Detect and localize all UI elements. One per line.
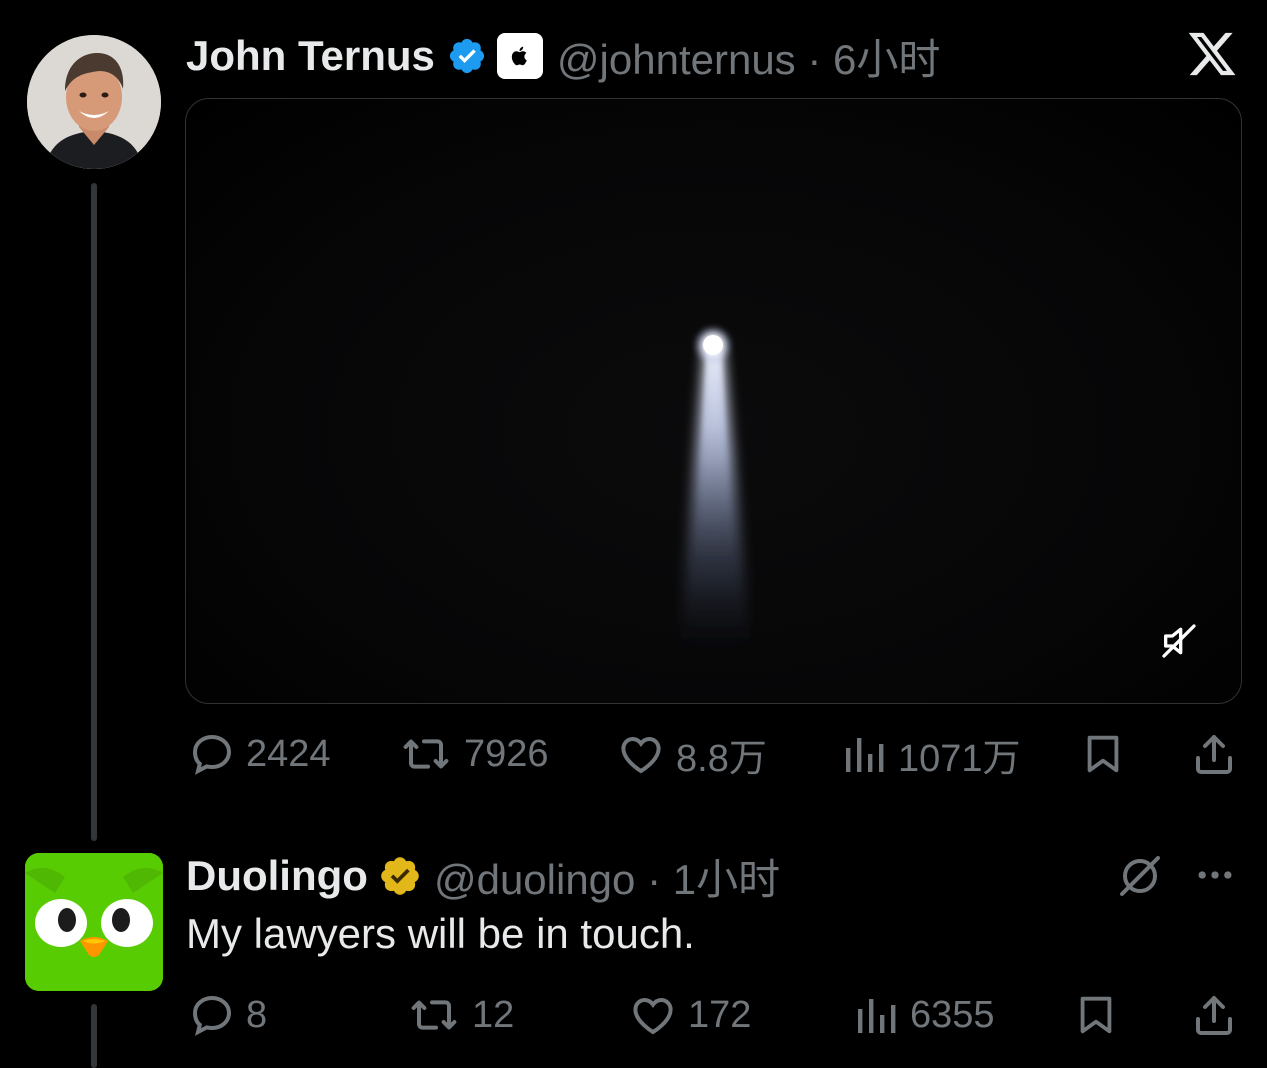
tweet-header: John Ternus @johnternus · 6小时 xyxy=(186,30,940,83)
reply-icon xyxy=(192,995,232,1036)
reply-views-button[interactable]: 6355 xyxy=(852,985,995,1045)
bookmark-button[interactable] xyxy=(1080,724,1126,784)
repost-icon xyxy=(411,1000,457,1030)
tweet-actions: 2424 7926 8.8万 1071万 xyxy=(0,724,1267,784)
more-options-icon[interactable] xyxy=(1193,853,1237,897)
reply-author-name[interactable]: Duolingo xyxy=(186,852,368,900)
muted-speaker-icon[interactable] xyxy=(1159,621,1199,661)
views-chart-icon xyxy=(858,999,896,1033)
share-icon xyxy=(1196,996,1232,1035)
repost-icon xyxy=(403,739,449,769)
duolingo-owl-icon xyxy=(25,853,163,991)
reply-reply-button[interactable]: 8 xyxy=(188,985,267,1045)
grok-icon[interactable] xyxy=(1116,852,1164,900)
reply-repost-count: 12 xyxy=(472,993,515,1036)
author-name[interactable]: John Ternus xyxy=(186,32,435,80)
share-button[interactable] xyxy=(1190,724,1238,784)
video-player[interactable] xyxy=(185,98,1242,704)
heart-icon xyxy=(633,997,673,1035)
handle-and-time[interactable]: @johnternus · 6小时 xyxy=(557,26,940,87)
reply-like-button[interactable]: 172 xyxy=(628,985,751,1045)
gold-verified-badge-icon xyxy=(378,854,422,898)
reply-views-count: 6355 xyxy=(910,993,995,1036)
reply-reply-count: 8 xyxy=(246,993,268,1036)
reply-text: My lawyers will be in touch. xyxy=(186,910,695,957)
reply-button[interactable]: 2424 xyxy=(188,724,331,784)
reply-handle-and-time[interactable]: @duolingo · 1小时 xyxy=(434,846,780,907)
views-chart-icon xyxy=(846,738,884,772)
repost-count: 7926 xyxy=(464,732,549,775)
reply-share-button[interactable] xyxy=(1190,985,1238,1045)
like-count: 8.8万 xyxy=(676,737,767,780)
spotlight-beam xyxy=(678,325,752,659)
reply-bookmark-button[interactable] xyxy=(1073,985,1119,1045)
share-icon xyxy=(1196,735,1232,774)
avatar[interactable] xyxy=(27,35,161,169)
reply-header: Duolingo @duolingo · 1小时 xyxy=(186,850,780,903)
x-logo-icon xyxy=(1188,32,1236,76)
heart-icon xyxy=(621,736,661,774)
profile-photo xyxy=(27,35,161,169)
bookmark-icon xyxy=(1080,996,1112,1034)
duolingo-avatar[interactable] xyxy=(25,853,163,991)
repost-button[interactable]: 7926 xyxy=(398,724,549,784)
views-count: 1071万 xyxy=(898,737,1021,780)
apple-logo-icon[interactable] xyxy=(496,33,543,79)
reply-icon xyxy=(192,734,232,775)
verified-badge-icon xyxy=(447,36,487,76)
bookmark-icon xyxy=(1087,735,1119,773)
reply-count: 2424 xyxy=(246,732,331,775)
like-button[interactable]: 8.8万 xyxy=(616,724,767,784)
reply-repost-button[interactable]: 12 xyxy=(406,985,514,1045)
reply-like-count: 172 xyxy=(688,993,752,1036)
views-button[interactable]: 1071万 xyxy=(840,724,1021,784)
reply-actions: 8 12 172 6355 xyxy=(0,985,1267,1045)
